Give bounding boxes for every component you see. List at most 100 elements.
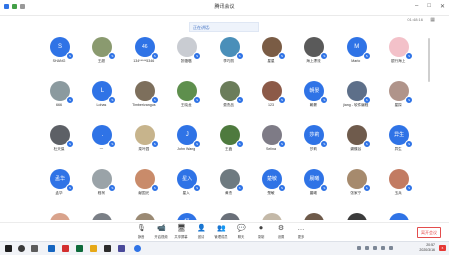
- participant-tile[interactable]: S Selina: [252, 125, 292, 169]
- toolbar-label: 设置: [277, 235, 285, 239]
- participant-tile[interactable]: S: [252, 213, 292, 220]
- participant-name: 王鑫: [225, 147, 233, 151]
- toolbar-item[interactable]: 🎙 静音: [130, 225, 152, 239]
- windows-taskbar: 20:57 2020/3/16 6: [0, 241, 449, 255]
- toolbar-item[interactable]: ⏺ 录制: [250, 225, 272, 239]
- participant-tile[interactable]: S 张家宁: [337, 169, 377, 213]
- participant-name: Mario: [351, 59, 361, 63]
- participant-name: 银行海上: [391, 59, 406, 63]
- participant-avatar: [346, 213, 367, 220]
- participant-name: Timberivangus: [132, 103, 156, 107]
- participant-tile[interactable]: S: [82, 213, 122, 220]
- tray-network-icon[interactable]: [357, 246, 361, 250]
- participant-tile[interactable]: S 123: [252, 81, 292, 125]
- participant-tile[interactable]: S S SHANG: [40, 37, 80, 81]
- gallery-scrollbar[interactable]: [428, 38, 430, 82]
- participant-tile[interactable]: 星入 S 星入: [167, 169, 207, 213]
- toolbar-item[interactable]: 👥 管理成员: [210, 225, 232, 239]
- maximize-icon[interactable]: □: [427, 3, 431, 10]
- tray-input-icon[interactable]: [381, 246, 385, 250]
- participant-avatar: [304, 213, 325, 220]
- participant-tile[interactable]: S 菜叶园: [125, 125, 165, 169]
- participant-tile[interactable]: S 星探: [379, 81, 419, 125]
- participant-tile[interactable]: LS: [379, 213, 419, 220]
- participant-tile[interactable]: S Timberivangus: [125, 81, 165, 125]
- participant-tile[interactable]: S: [294, 213, 334, 220]
- tray-volume-icon[interactable]: [365, 246, 369, 250]
- participant-tile[interactable]: S 海上漂流: [294, 37, 334, 81]
- participant-tile[interactable]: S 王晓龙: [167, 81, 207, 125]
- meeting-timer: 01:48:16: [407, 17, 423, 22]
- participant-tile[interactable]: L S Lohas: [82, 81, 122, 125]
- toolbar-item[interactable]: ⚙ 设置: [270, 225, 292, 239]
- participant-name: Selina: [266, 147, 276, 151]
- participant-tile[interactable]: S: [210, 213, 250, 220]
- participant-tile[interactable]: 楚敏 S 楚敏: [252, 169, 292, 213]
- toolbar-icon: 👥: [217, 225, 226, 232]
- participant-tile[interactable]: S 王鑫: [210, 125, 250, 169]
- minimize-icon[interactable]: –: [415, 3, 418, 10]
- participant-tile[interactable]: S: [40, 213, 80, 220]
- notification-badge[interactable]: 6: [439, 245, 446, 251]
- tray-misc-icon[interactable]: [389, 246, 393, 250]
- participant-tile[interactable]: S 杜天保: [40, 125, 80, 169]
- participant-tile[interactable]: 晨曦 S 晨曦: [294, 169, 334, 213]
- participant-tile[interactable]: 莎莉 S 莎莉: [294, 125, 334, 169]
- participant-tile[interactable]: S 星星: [252, 37, 292, 81]
- meeting-app-icon[interactable]: [134, 245, 141, 252]
- participant-avatar: [262, 213, 282, 220]
- toolbar-icon: …: [297, 225, 305, 232]
- participant-tile[interactable]: S 程柯: [82, 169, 122, 213]
- participant-tile[interactable]: 孟华 S 孟华: [40, 169, 80, 213]
- participant-name: 朝晏: [309, 103, 317, 107]
- toolbar-label: 录制: [257, 235, 265, 239]
- search-icon[interactable]: [18, 245, 25, 252]
- toolbar-icon: 👤: [197, 225, 206, 232]
- participant-tile[interactable]: S 费杰品: [210, 81, 250, 125]
- participant-tile[interactable]: S 王超: [82, 37, 122, 81]
- participant-tile[interactable]: M S Mario: [337, 37, 377, 81]
- toolbar-item[interactable]: 📹 开启视频: [150, 225, 172, 239]
- participant-tile[interactable]: S 银行海上: [379, 37, 419, 81]
- toolbar-item[interactable]: … 更多: [290, 225, 312, 239]
- app-icon-6[interactable]: [118, 245, 125, 252]
- toolbar-item[interactable]: 🖥 共享屏幕: [170, 225, 192, 239]
- taskbar-clock[interactable]: 20:57 2020/3/16: [419, 243, 435, 253]
- participant-tile[interactable]: S 黄杰: [210, 169, 250, 213]
- participant-tile[interactable]: S 献国光: [125, 169, 165, 213]
- participant-tile[interactable]: 朝晏 S 朝晏: [294, 81, 334, 125]
- participant-tile[interactable]: 46 S 134*****5346: [125, 37, 165, 81]
- participant-tile[interactable]: S 玉兵: [379, 169, 419, 213]
- participant-tile[interactable]: S 李巧丽: [210, 37, 250, 81]
- participant-tile[interactable]: S: [337, 213, 377, 220]
- app-icon-5[interactable]: [104, 245, 111, 252]
- toolbar-icon: 🖥: [177, 225, 186, 232]
- taskview-icon[interactable]: [31, 245, 38, 252]
- participant-tile[interactable]: S 张璐璐: [167, 37, 207, 81]
- gallery-view-icon[interactable]: ▦: [430, 17, 435, 23]
- participant-tile[interactable]: J S John Wang: [167, 125, 207, 169]
- app-icon-1[interactable]: [48, 245, 55, 252]
- participant-name: 星探: [394, 103, 402, 107]
- participant-name: 莎莉: [309, 147, 317, 151]
- tray-battery-icon[interactable]: [373, 246, 377, 250]
- participant-avatar: [50, 213, 70, 220]
- participant-name: 王晓龙: [180, 103, 192, 107]
- participant-tile[interactable]: 杨S: [167, 213, 207, 220]
- app-icon-2[interactable]: [62, 245, 69, 252]
- participant-tile[interactable]: 异生 S 异生: [379, 125, 419, 169]
- participant-tile[interactable]: S: [125, 213, 165, 220]
- participant-tile[interactable]: S 蝴蝶谷: [337, 125, 377, 169]
- participant-name: 星星: [267, 59, 275, 63]
- toolbar-item[interactable]: 👤 邀请: [190, 225, 212, 239]
- participant-name: 程柯: [97, 191, 105, 195]
- close-icon[interactable]: ✕: [440, 3, 445, 10]
- start-icon[interactable]: [5, 245, 12, 252]
- app-icon-3[interactable]: [76, 245, 83, 252]
- leave-meeting-button[interactable]: 离开会议: [417, 227, 441, 238]
- app-icon-4[interactable]: [90, 245, 97, 252]
- toolbar-item[interactable]: 💬 聊天: [230, 225, 252, 239]
- participant-tile[interactable]: S 666: [40, 81, 80, 125]
- participant-tile[interactable]: Sjiang - 软件编程: [337, 81, 377, 125]
- participant-tile[interactable]: .S一: [82, 125, 122, 169]
